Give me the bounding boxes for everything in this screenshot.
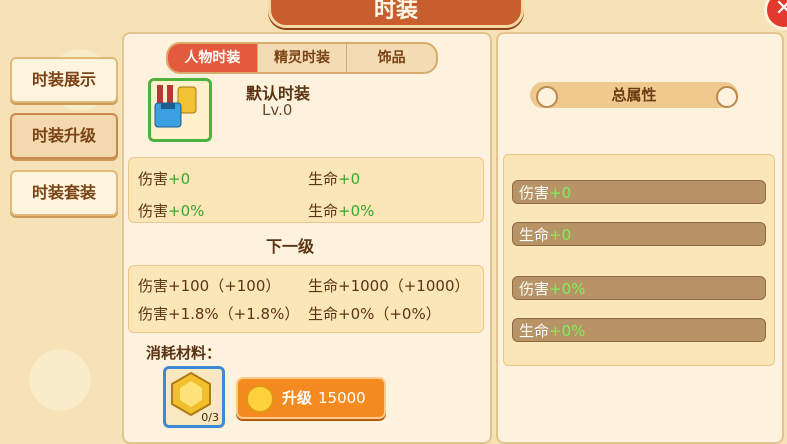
sidebar-item-set[interactable]: 时装套装 (10, 170, 118, 216)
category-tabs: 人物时装 精灵时装 饰品 (166, 42, 438, 74)
tab-accessory[interactable]: 饰品 (347, 44, 436, 72)
sidebar-item-upgrade[interactable]: 时装升级 (10, 113, 118, 159)
next-damage-pct: 伤害+1.8%（+1.8%） (138, 305, 300, 323)
fashion-item-icon[interactable] (148, 78, 212, 142)
current-damage: 伤害+0 (138, 170, 191, 188)
total-hp-pct: 生命+0% (512, 318, 766, 342)
coin-icon (246, 385, 274, 413)
tab-pet-fashion[interactable]: 精灵时装 (258, 44, 348, 72)
outfit-icon (154, 85, 197, 128)
material-count: 0/3 (201, 411, 219, 424)
consume-materials-label: 消耗材料： (146, 344, 222, 362)
total-attributes-title: 总属性 (530, 82, 738, 108)
next-hp-pct: 生命+0%（+0%） (308, 305, 441, 323)
window-title: 时装 (268, 0, 524, 28)
pokeball-icon (536, 86, 558, 108)
item-level: Lv.0 (262, 101, 293, 119)
current-hp-pct: 生命+0% (308, 202, 375, 220)
upgrade-label: 升级 (282, 389, 313, 407)
next-damage: 伤害+100（+100） (138, 277, 281, 295)
next-level-title: 下一级 (266, 237, 315, 256)
total-damage-pct: 伤害+0% (512, 276, 766, 300)
tab-character-fashion[interactable]: 人物时装 (168, 44, 258, 72)
next-hp: 生命+1000（+1000） (308, 277, 470, 295)
material-slot[interactable]: 0/3 (163, 366, 225, 428)
total-damage: 伤害+0 (512, 180, 766, 204)
current-hp: 生命+0 (308, 170, 361, 188)
upgrade-cost: 15000 (318, 389, 366, 407)
sidebar-item-display[interactable]: 时装展示 (10, 57, 118, 103)
current-damage-pct: 伤害+0% (138, 202, 205, 220)
pokeball-icon (716, 86, 738, 108)
upgrade-button[interactable]: 升级 15000 (236, 377, 386, 419)
total-hp: 生命+0 (512, 222, 766, 246)
